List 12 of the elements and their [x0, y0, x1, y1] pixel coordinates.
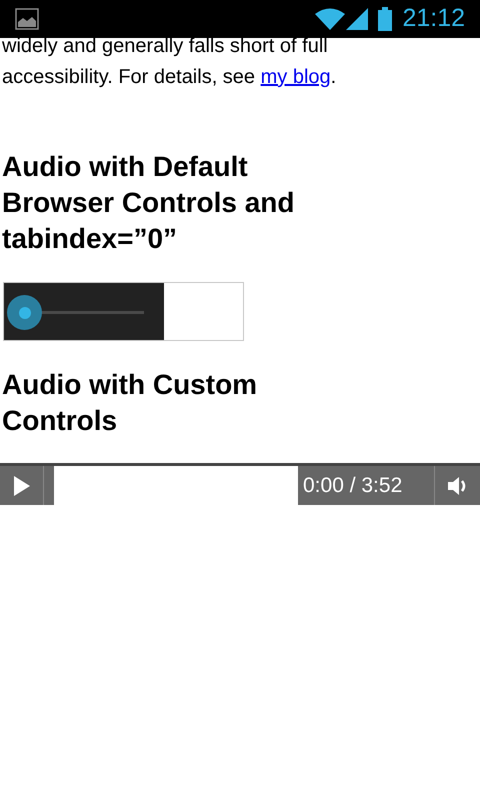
wifi-icon — [315, 8, 346, 30]
section-heading: Audio with Default Browser Controls and tabindex=”0” — [1, 150, 296, 256]
battery-icon — [378, 7, 392, 31]
section-heading: Audio with Custom Controls — [1, 368, 258, 438]
paragraph: widely and generally falls short of full accessibility. For details, see my blog. — [1, 34, 338, 90]
play-icon — [12, 474, 30, 496]
blog-link[interactable]: my blog — [260, 66, 331, 88]
picture-notification-icon — [15, 8, 39, 30]
clock: 21:12 — [402, 3, 465, 34]
time-display: 0:00 / 3:52 — [302, 472, 404, 499]
speaker-icon — [446, 476, 468, 496]
signal-icon — [346, 8, 368, 30]
